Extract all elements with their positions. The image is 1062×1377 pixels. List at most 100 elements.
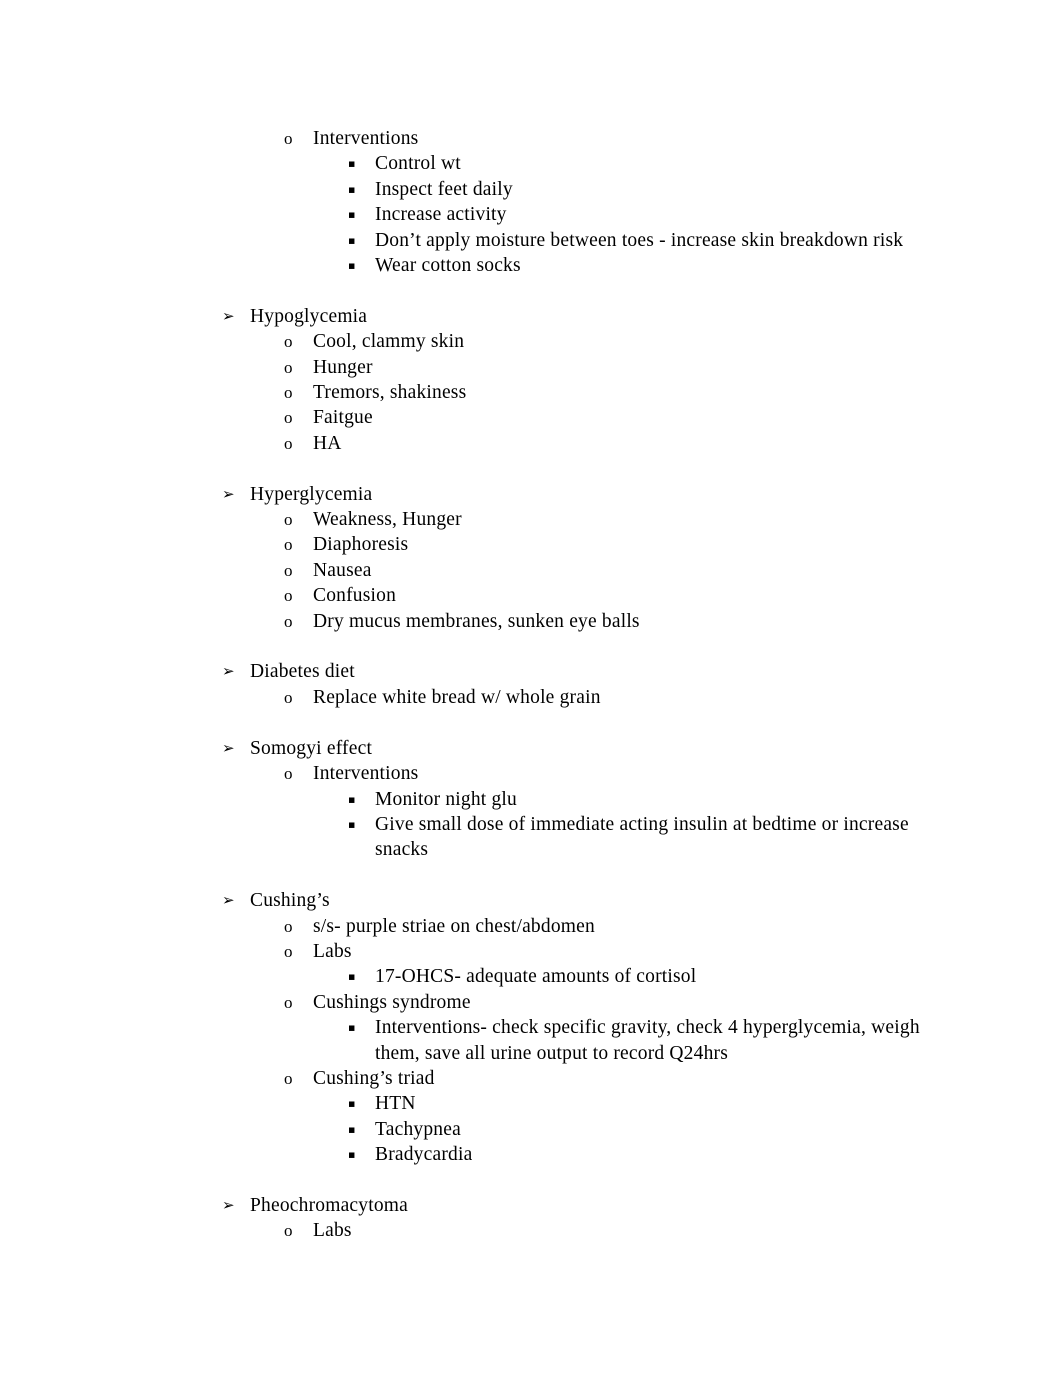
arrowhead-bullet-icon: ➢ <box>222 738 235 757</box>
arrowhead-bullet-icon: ➢ <box>222 306 235 325</box>
outline-item-level-3: ▪ Increase activity <box>222 202 946 227</box>
outline-item-level-3: ▪ Inspect feet daily <box>222 177 946 202</box>
outline-item-level-2: o Interventions <box>222 761 946 786</box>
outline-item-label: s/s- purple striae on chest/abdomen <box>313 915 595 937</box>
circle-letter-bullet-icon: o <box>284 992 293 1012</box>
outline-item-label: Diaphoresis <box>313 534 409 556</box>
outline-item-level-2: o Interventions <box>222 126 946 151</box>
square-bullet-icon: ▪ <box>348 1148 356 1162</box>
square-bullet-icon: ▪ <box>348 182 356 196</box>
outline-item-level-2: o Replace white bread w/ whole grain <box>222 685 946 710</box>
square-bullet-icon: ▪ <box>348 157 356 171</box>
outline-item-level-3: ▪ 17-OHCS- adequate amounts of cortisol <box>222 964 946 989</box>
outline-item-label: Pheochromacytoma <box>250 1194 408 1216</box>
outline-item-level-2: o HA <box>222 431 946 456</box>
outline-item-level-3: ▪ HTN <box>222 1091 946 1116</box>
square-bullet-icon: ▪ <box>348 1097 356 1111</box>
outline-item-label: Tachypnea <box>375 1118 461 1140</box>
arrowhead-bullet-icon: ➢ <box>222 662 235 681</box>
outline-item-label: Inspect feet daily <box>375 178 513 200</box>
outline-item-label: Nausea <box>313 559 372 581</box>
circle-letter-bullet-icon: o <box>284 510 293 530</box>
outline-item-level-2: o Cushing’s triad <box>222 1066 946 1091</box>
outline-item-label: Cool, clammy skin <box>313 331 465 353</box>
outline-item-label: Faitgue <box>313 407 373 429</box>
square-bullet-icon: ▪ <box>348 233 356 247</box>
circle-letter-bullet-icon: o <box>284 535 293 555</box>
square-bullet-icon: ▪ <box>348 970 356 984</box>
outline-item-level-2: o Cushings syndrome <box>222 990 946 1015</box>
outline-item-level-1: ➢ Hypoglycemia <box>222 304 946 329</box>
outline-item-label: Hypoglycemia <box>250 305 368 327</box>
circle-letter-bullet-icon: o <box>284 611 293 631</box>
arrowhead-bullet-icon: ➢ <box>222 1195 235 1214</box>
outline-item-level-2: o Diaphoresis <box>222 532 946 557</box>
outline-item-label: Labs <box>313 940 352 962</box>
outline-item-label: 17-OHCS- adequate amounts of cortisol <box>375 966 697 988</box>
outline-item-label: Confusion <box>313 585 397 607</box>
outline-item-level-3: ▪ Give small dose of immediate acting ins… <box>222 812 946 863</box>
outline-item-level-3: ▪ Control wt <box>222 151 946 176</box>
outline-item-level-2: o Tremors, shakiness <box>222 380 946 405</box>
circle-letter-bullet-icon: o <box>284 560 293 580</box>
circle-letter-bullet-icon: o <box>284 129 293 148</box>
outline-item-level-2: o Nausea <box>222 558 946 583</box>
square-bullet-icon: ▪ <box>348 792 356 806</box>
arrowhead-bullet-icon: ➢ <box>222 484 235 503</box>
outline-item-label: Replace white bread w/ whole grain <box>313 686 601 708</box>
outline-item-level-2: o Confusion <box>222 583 946 608</box>
outline-item-label: Cushing’s triad <box>313 1067 435 1089</box>
document-page: o Interventions ▪ Control wt ▪ Inspect feet d… <box>0 0 1062 1377</box>
outline-item-label: Interventions <box>313 763 419 785</box>
outline-item-label: Labs <box>313 1220 352 1242</box>
outline-item-level-1: ➢ Somogyi effect <box>222 736 946 761</box>
outline-item-label: Interventions- check specific gravity, c… <box>375 1017 925 1064</box>
outline-item-level-3: ▪ Wear cotton socks <box>222 253 946 278</box>
outline-item-label: Monitor night glu <box>375 788 517 810</box>
outline-item-label: Somogyi effect <box>250 737 373 759</box>
circle-letter-bullet-icon: o <box>284 941 293 961</box>
outline-item-label: Dry mucus membranes, sunken eye balls <box>313 610 640 632</box>
circle-letter-bullet-icon: o <box>284 408 293 428</box>
outline-item-label: HA <box>313 432 342 454</box>
outline-item-level-2: o Cool, clammy skin <box>222 329 946 354</box>
outline-item-level-2: o Dry mucus membranes, sunken eye balls <box>222 609 946 634</box>
outline-item-level-2: o Faitgue <box>222 405 946 430</box>
outline-item-level-1: ➢ Hyperglycemia <box>222 482 946 507</box>
outline-item-label: Diabetes diet <box>250 661 355 683</box>
square-bullet-icon: ▪ <box>348 259 356 273</box>
outline-item-label: Give small dose of immediate acting insu… <box>375 813 914 861</box>
outline-item-level-3: ▪ Tachypnea <box>222 1117 946 1142</box>
circle-letter-bullet-icon: o <box>284 1068 293 1088</box>
outline-item-level-2: o Hunger <box>222 355 946 380</box>
circle-letter-bullet-icon: o <box>284 332 293 352</box>
outline-item-label: Interventions <box>313 128 419 149</box>
outline-item-level-2: o s/s- purple striae on chest/abdomen <box>222 914 946 939</box>
outline-item-label: Bradycardia <box>375 1144 473 1166</box>
outline-item-level-1: ➢ Pheochromacytoma <box>222 1193 946 1218</box>
circle-letter-bullet-icon: o <box>284 687 293 707</box>
outline-item-label: Don’t apply moisture between toes - incr… <box>375 229 904 251</box>
outline-item-level-2: o Weakness, Hunger <box>222 507 946 532</box>
outline-item-label: Hyperglycemia <box>250 483 373 505</box>
outline-item-level-1: ➢ Cushing’s <box>222 888 946 913</box>
outline-item-level-3: ▪ Monitor night glu <box>222 787 946 812</box>
outline-item-level-2: o Labs <box>222 939 946 964</box>
square-bullet-icon: ▪ <box>348 208 356 222</box>
outline-item-level-1: ➢ Diabetes diet <box>222 659 946 684</box>
circle-letter-bullet-icon: o <box>284 764 293 784</box>
outline-item-label: Cushing’s <box>250 890 330 912</box>
outline-item-label: HTN <box>375 1093 416 1115</box>
circle-letter-bullet-icon: o <box>284 357 293 377</box>
outline-item-level-2: o Labs <box>222 1218 946 1243</box>
circle-letter-bullet-icon: o <box>284 383 293 403</box>
outline-item-level-3: ▪ Don’t apply moisture between toes - inc… <box>222 228 946 253</box>
circle-letter-bullet-icon: o <box>284 1221 293 1241</box>
outline-list: o Interventions ▪ Control wt ▪ Inspect feet d… <box>222 126 946 1244</box>
